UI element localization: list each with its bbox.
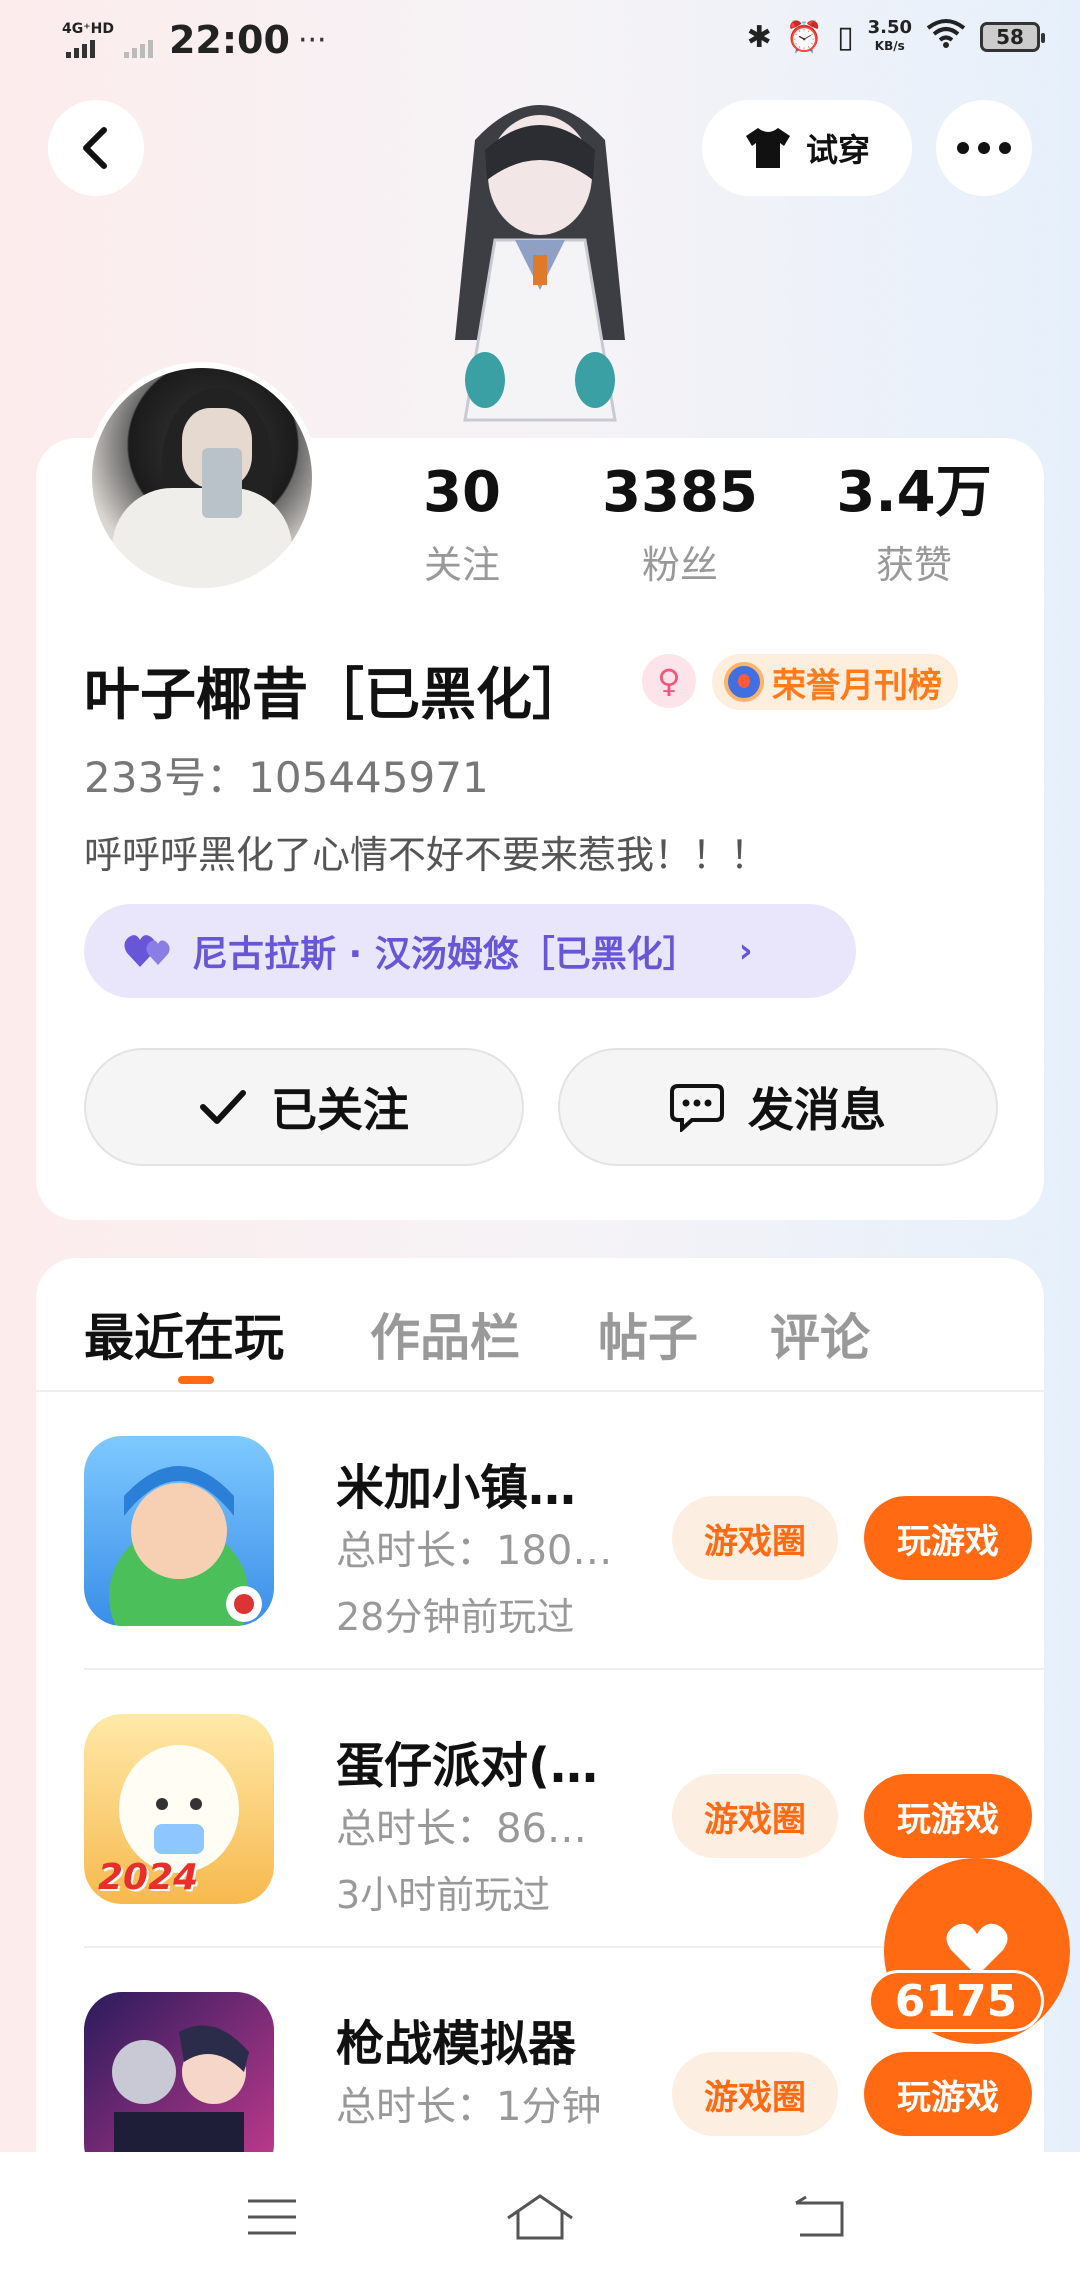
speed-value: 3.50 (867, 17, 912, 38)
wifi-icon (926, 18, 966, 56)
chevron-left-icon (83, 127, 107, 169)
like-count: 6175 (868, 1970, 1044, 2032)
play-game-button[interactable]: 玩游戏 (864, 1496, 1032, 1580)
following-label: 关注 (423, 543, 500, 587)
vibrate-icon: ▯ (837, 19, 854, 55)
female-gender-icon: ♀ (642, 654, 696, 708)
nickname: 叶子椰昔［已黑化］ (84, 663, 588, 728)
recent-games-card: 最近在玩 作品栏 帖子 评论 米加小镇… 总时长：180… 28分钟前玩过 游戏… (36, 1258, 1044, 2280)
game-circle-button[interactable]: 游戏圈 (672, 1496, 838, 1580)
checkmark-icon (200, 1090, 246, 1124)
medal-icon (724, 662, 764, 702)
following-count: 30 (423, 460, 501, 525)
menu-button[interactable] (232, 2182, 312, 2252)
back-nav-icon (795, 2195, 844, 2237)
game-circle-button[interactable]: 游戏圈 (672, 2052, 838, 2136)
user-id: 233号：105445971 (84, 753, 489, 802)
send-message-button[interactable]: 发消息 (558, 1048, 998, 1166)
play-game-button[interactable]: 玩游戏 (864, 2052, 1032, 2136)
try-on-button[interactable]: 试穿 (702, 100, 912, 196)
tab-works[interactable]: 作品栏 (370, 1298, 520, 1370)
tab-posts[interactable]: 帖子 (598, 1298, 698, 1370)
more-notifications-icon: ··· (297, 22, 327, 58)
game-icon (84, 1436, 274, 1626)
network-indicator: 4G⁺HD (62, 22, 114, 58)
double-heart-icon (124, 935, 170, 967)
send-message-label: 发消息 (748, 1083, 886, 1137)
game-name: 枪战模拟器 (336, 2016, 577, 2072)
active-tab-indicator (178, 1376, 214, 1384)
signal-2-icon (123, 36, 153, 58)
tab-comments[interactable]: 评论 (770, 1298, 870, 1370)
bio: 呼呼呼黑化了心情不好不要来惹我！！！ (84, 833, 769, 877)
tshirt-icon (745, 128, 790, 168)
system-nav-bar (0, 2152, 1080, 2280)
honor-badge-label: 荣誉月刊榜 (772, 665, 942, 706)
likes-received-label: 获赞 (875, 543, 952, 587)
play-game-button[interactable]: 玩游戏 (864, 1774, 1032, 1858)
network-speed: 3.50 KB/s (868, 19, 912, 55)
likes-received-count: 3.4万 (836, 460, 992, 525)
game-duration: 总时长：180… (336, 1528, 613, 1574)
home-button[interactable] (500, 2182, 580, 2252)
signal-icon (66, 36, 114, 58)
clock: 22:00 (168, 18, 290, 62)
back-button[interactable] (48, 100, 144, 196)
try-on-label: 试穿 (805, 131, 870, 169)
game-circle-button[interactable]: 游戏圈 (672, 1774, 838, 1858)
speed-unit: KB/s (874, 39, 905, 53)
tab-recently-played[interactable]: 最近在玩 (84, 1298, 284, 1370)
following-status-button[interactable]: 已关注 (84, 1048, 524, 1166)
status-bar: 4G⁺HD 22:00 ··· ✱ ⏰ ▯ 3.50 KB/s 58 (0, 0, 1080, 84)
avatar[interactable] (86, 362, 318, 594)
following-status-label: 已关注 (271, 1083, 409, 1137)
game-name: 蛋仔派对(… (336, 1738, 598, 1794)
profile-tabs: 最近在玩 作品栏 帖子 评论 (36, 1258, 1044, 1392)
game-duration: 总时长：86… (336, 1806, 587, 1852)
cp-relationship-pill[interactable]: 尼古拉斯 · 汉汤姆悠［已黑化］ › (84, 904, 856, 998)
chevron-right-icon: › (738, 931, 753, 971)
fans-count: 3385 (602, 460, 758, 525)
honor-badge[interactable]: 荣誉月刊榜 (712, 654, 958, 710)
chat-bubble-icon (670, 1084, 724, 1132)
alarm-icon: ⏰ (785, 19, 824, 55)
more-dots-icon (957, 142, 1011, 154)
game-row[interactable]: 米加小镇… 总时长：180… 28分钟前玩过 游戏圈 玩游戏 (84, 1392, 1044, 1670)
game-last-played: 28分钟前玩过 (336, 1595, 575, 1639)
back-nav-button[interactable] (780, 2182, 860, 2252)
game-duration: 总时长：1分钟 (336, 2084, 602, 2130)
game-icon: 2024 (84, 1714, 274, 1904)
more-options-button[interactable] (936, 100, 1032, 196)
avatar-3d-figure[interactable] (415, 80, 665, 440)
fans-label: 粉丝 (641, 543, 718, 587)
menu-icon (248, 2199, 296, 2235)
bluetooth-icon: ✱ (746, 19, 772, 55)
stat-fans[interactable]: 3385 粉丝 (590, 460, 770, 589)
battery-icon: 58 (980, 22, 1045, 52)
cp-name: 尼古拉斯 · 汉汤姆悠［已黑化］ (192, 934, 699, 975)
stat-following[interactable]: 30 关注 (372, 460, 552, 589)
game-name: 米加小镇… (336, 1460, 577, 1516)
home-icon (507, 2194, 573, 2240)
network-type: 4G⁺HD (62, 21, 114, 37)
stat-likes[interactable]: 3.4万 获赞 (824, 460, 1004, 589)
game-last-played: 3小时前玩过 (336, 1873, 551, 1917)
game-icon-year: 2024 (98, 1857, 199, 1898)
